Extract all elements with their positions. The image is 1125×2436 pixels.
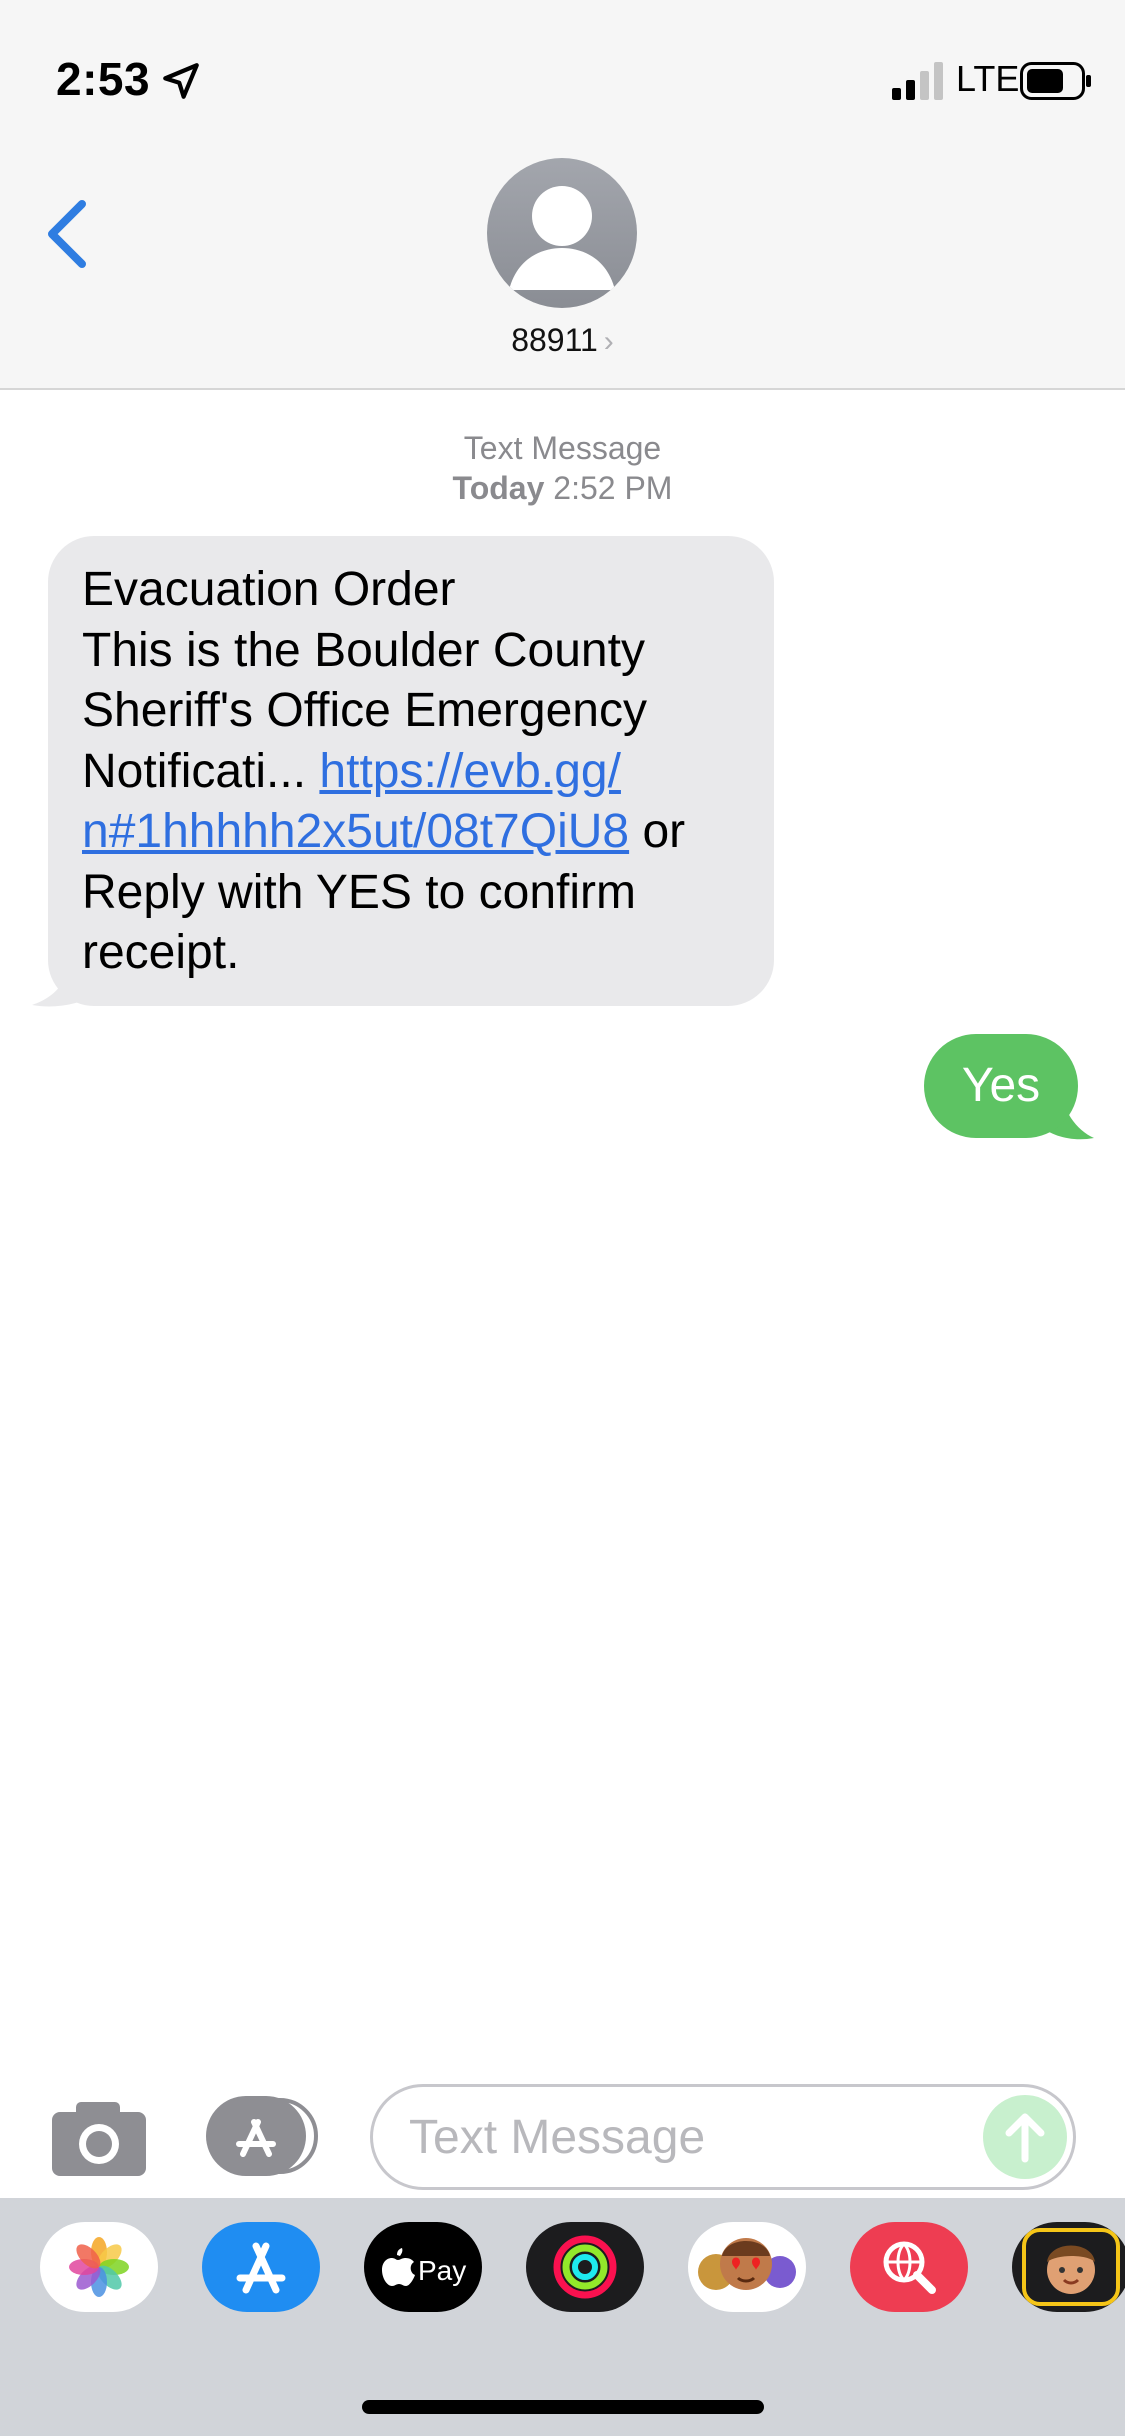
camera-icon[interactable] [52,2100,146,2176]
conversation-header: 2:53 LTE 88911 › [0,0,1125,390]
photos-app-button[interactable] [40,2222,158,2312]
message-line: Notificati... https://evb.gg/ [82,742,740,803]
person-silhouette-icon [509,186,615,290]
messages-screen: 2:53 LTE 88911 › Text Message Today 2:52… [0,0,1125,2436]
cellular-signal-icon [892,62,943,100]
memoji-stickers-icon [698,2238,796,2290]
memoji-app-button[interactable] [1012,2222,1125,2312]
activity-icon [553,2235,617,2299]
incoming-message-bubble[interactable]: Evacuation Order This is the Boulder Cou… [48,536,774,1006]
apple-pay-icon: Pay [382,2248,466,2286]
contact-number: 88911 [511,322,598,358]
app-store-app-button[interactable] [202,2222,320,2312]
apple-pay-app-button[interactable]: Pay [364,2222,482,2312]
message-link-continued[interactable]: n#1hhhhh2x5ut/08t7QiU8 [82,805,629,858]
app-store-apps-icon[interactable] [206,2096,318,2176]
message-link[interactable]: https://evb.gg/ [319,745,621,798]
home-indicator[interactable] [362,2400,764,2414]
message-line: Sheriff's Office Emergency [82,684,647,737]
message-timestamp: Today 2:52 PM [0,470,1125,507]
message-input-field[interactable] [370,2084,1076,2190]
message-text: or [629,805,686,858]
send-button[interactable] [983,2095,1067,2179]
memoji-icon [1022,2228,1120,2306]
message-input[interactable] [409,2101,969,2173]
activity-app-button[interactable] [526,2222,644,2312]
timestamp-day: Today [452,470,545,506]
network-type: LTE [956,58,1020,99]
web-search-icon [883,2241,936,2294]
status-time: 2:53 [56,53,151,105]
contact-avatar[interactable] [487,158,637,308]
message-line: This is the Boulder County [82,623,645,677]
message-line: Reply with YES to confirm [82,865,636,919]
memoji-stickers-app-button[interactable] [688,2222,806,2312]
app-store-icon [236,2242,286,2294]
message-service-label: Text Message [463,430,662,466]
location-arrow-icon [163,63,199,99]
photos-icon [69,2237,129,2297]
message-line: n#1hhhhh2x5ut/08t7QiU8 or [82,802,740,863]
message-line: receipt. [82,926,240,979]
apple-pay-label: Pay [418,2255,466,2286]
battery-icon [1020,62,1091,100]
send-arrow-icon [1005,2113,1045,2163]
timestamp-time: 2:52 PM [553,470,673,506]
back-chevron-icon[interactable] [40,196,96,272]
chevron-right-icon: › [603,325,614,358]
message-text: Notificati... [82,744,320,798]
message-line: Evacuation Order [82,563,456,616]
outgoing-message-bubble[interactable]: Yes [924,1034,1078,1138]
contact-name[interactable]: 88911 › [0,322,1125,359]
web-search-app-button[interactable] [850,2222,968,2312]
